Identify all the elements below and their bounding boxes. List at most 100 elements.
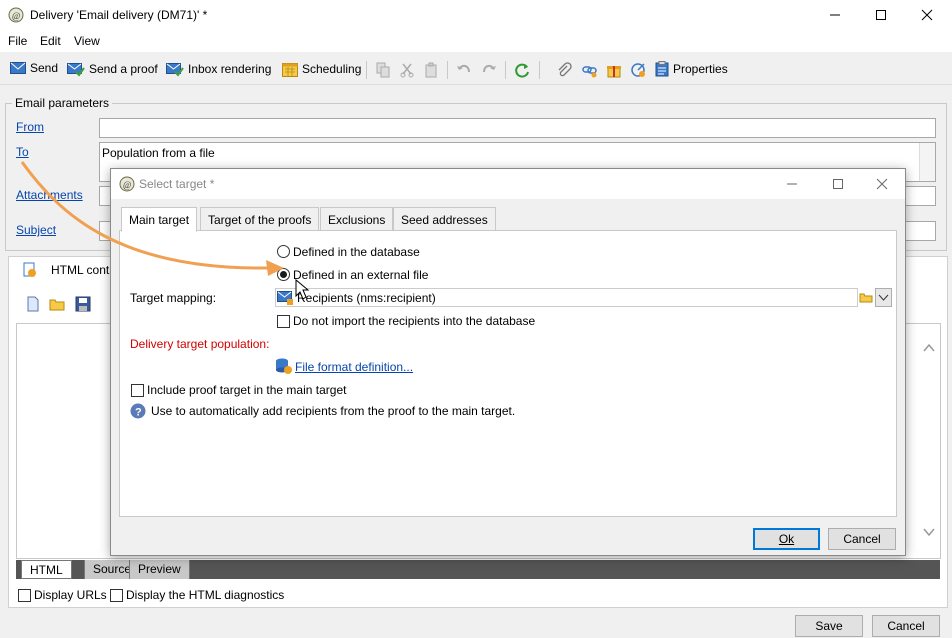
help-text: Use to automatically add recipients from… xyxy=(151,404,516,418)
target-mapping-label: Target mapping: xyxy=(130,291,217,305)
tab-main-target[interactable]: Main target xyxy=(121,207,198,232)
maximize-icon xyxy=(876,10,886,20)
main-target-panel: Defined in the database Defined in an ex… xyxy=(119,230,897,517)
no-import-checkbox[interactable] xyxy=(277,315,290,328)
tab-html[interactable]: HTML xyxy=(21,560,72,579)
menu-edit[interactable]: Edit xyxy=(40,34,61,48)
toolbar-separator xyxy=(539,61,540,79)
refresh-icon[interactable] xyxy=(514,62,530,78)
dialog-title: Select target * xyxy=(139,177,215,191)
radio-defined-in-database[interactable] xyxy=(277,245,290,258)
gift-icon[interactable] xyxy=(606,62,622,78)
new-file-icon[interactable] xyxy=(25,296,41,312)
tracking-icon[interactable] xyxy=(630,62,646,78)
delivery-target-population-label: Delivery target population: xyxy=(130,337,270,351)
display-diagnostics-label: Display the HTML diagnostics xyxy=(126,588,285,602)
svg-text:?: ? xyxy=(135,407,142,419)
send-button[interactable]: Send xyxy=(10,61,58,75)
target-mapping-dropdown[interactable] xyxy=(875,288,892,307)
dialog-titlebar: @ Select target * xyxy=(111,169,905,199)
radio-db-label: Defined in the database xyxy=(293,245,420,259)
html-content-icon xyxy=(23,262,36,277)
copy-icon[interactable] xyxy=(375,62,391,78)
toolbar-separator xyxy=(447,61,448,79)
app-icon: @ xyxy=(8,7,24,23)
menu-bar: File Edit View xyxy=(0,30,952,52)
tab-target-of-proofs[interactable]: Target of the proofs xyxy=(200,207,320,231)
to-field-scrollbar[interactable] xyxy=(919,143,935,181)
menu-file[interactable]: File xyxy=(8,34,27,48)
dialog-close-button[interactable] xyxy=(859,169,905,199)
recipient-schema-icon xyxy=(277,291,293,305)
folder-icon[interactable] xyxy=(858,289,874,306)
from-field[interactable] xyxy=(99,118,936,138)
dialog-cancel-button[interactable]: Cancel xyxy=(828,528,896,550)
dialog-app-icon: @ xyxy=(119,176,135,192)
minimize-icon xyxy=(787,183,797,185)
maximize-button[interactable] xyxy=(858,0,904,30)
scheduling-label: Scheduling xyxy=(302,62,362,76)
menu-view[interactable]: View xyxy=(74,34,100,48)
dialog-minimize-button[interactable] xyxy=(769,169,815,199)
scheduling-button[interactable]: Scheduling xyxy=(282,61,361,77)
toolbar-separator xyxy=(366,61,367,79)
radio-selected-dot xyxy=(280,271,287,278)
link-icon[interactable] xyxy=(582,62,598,78)
properties-label: Properties xyxy=(673,62,728,76)
clipboard-icon xyxy=(655,61,669,77)
cancel-button[interactable]: Cancel xyxy=(872,615,940,637)
attachment-icon[interactable] xyxy=(556,62,572,78)
close-icon xyxy=(876,178,888,190)
display-urls-checkbox[interactable] xyxy=(18,589,31,602)
tab-preview[interactable]: Preview xyxy=(129,560,190,579)
minimize-button[interactable] xyxy=(812,0,858,30)
tab-exclusions[interactable]: Exclusions xyxy=(320,207,394,231)
svg-text:@: @ xyxy=(123,180,131,190)
cut-icon[interactable] xyxy=(399,62,415,78)
redo-icon[interactable] xyxy=(481,62,497,78)
to-link[interactable]: To xyxy=(16,145,29,159)
tab-seed-addresses[interactable]: Seed addresses xyxy=(393,207,496,231)
include-proof-label: Include proof target in the main target xyxy=(147,383,347,397)
send-label: Send xyxy=(30,61,59,75)
scroll-down-icon[interactable] xyxy=(922,525,936,539)
chevron-down-icon xyxy=(878,294,889,301)
toolbar: Send Send a proof Inbox rendering Schedu… xyxy=(0,55,952,85)
attachments-link[interactable]: Attachments xyxy=(16,188,83,202)
calendar-icon xyxy=(282,63,298,77)
editor-mode-tabs: HTML Source Preview xyxy=(16,560,940,579)
radio-file-label: Defined in an external file xyxy=(293,268,429,282)
inbox-rendering-label: Inbox rendering xyxy=(188,62,272,76)
radio-defined-in-external-file[interactable] xyxy=(277,268,290,281)
subject-link[interactable]: Subject xyxy=(16,223,56,237)
toolbar-separator xyxy=(505,61,506,79)
scroll-up-icon[interactable] xyxy=(922,341,936,355)
target-mapping-field[interactable]: Recipients (nms:recipient) xyxy=(275,288,858,307)
save-button[interactable]: Save xyxy=(795,615,863,637)
html-content-tab[interactable]: HTML cont xyxy=(51,263,109,277)
envelope-icon xyxy=(10,62,26,74)
send-proof-label: Send a proof xyxy=(89,62,158,76)
proof-envelope-icon xyxy=(67,63,85,77)
inbox-rendering-icon xyxy=(166,63,184,77)
send-proof-button[interactable]: Send a proof xyxy=(67,61,158,77)
close-icon xyxy=(921,9,933,21)
from-link[interactable]: From xyxy=(16,120,44,134)
inbox-rendering-button[interactable]: Inbox rendering xyxy=(166,61,271,77)
no-import-label: Do not import the recipients into the da… xyxy=(293,314,536,328)
open-folder-icon[interactable] xyxy=(49,296,65,312)
include-proof-checkbox[interactable] xyxy=(131,384,144,397)
maximize-icon xyxy=(833,179,843,189)
undo-icon[interactable] xyxy=(456,62,472,78)
help-icon: ? xyxy=(130,403,146,419)
properties-button[interactable]: Properties xyxy=(655,61,728,77)
file-format-definition-link[interactable]: File format definition... xyxy=(295,360,413,374)
paste-icon[interactable] xyxy=(423,62,439,78)
save-icon[interactable] xyxy=(75,296,91,312)
dialog-maximize-button[interactable] xyxy=(815,169,861,199)
target-mapping-value: Recipients (nms:recipient) xyxy=(297,291,436,305)
ok-button[interactable]: Ok xyxy=(753,528,820,550)
window-titlebar: @ Delivery 'Email delivery (DM71)' * xyxy=(0,0,952,30)
display-diagnostics-checkbox[interactable] xyxy=(110,589,123,602)
close-button[interactable] xyxy=(904,0,950,30)
